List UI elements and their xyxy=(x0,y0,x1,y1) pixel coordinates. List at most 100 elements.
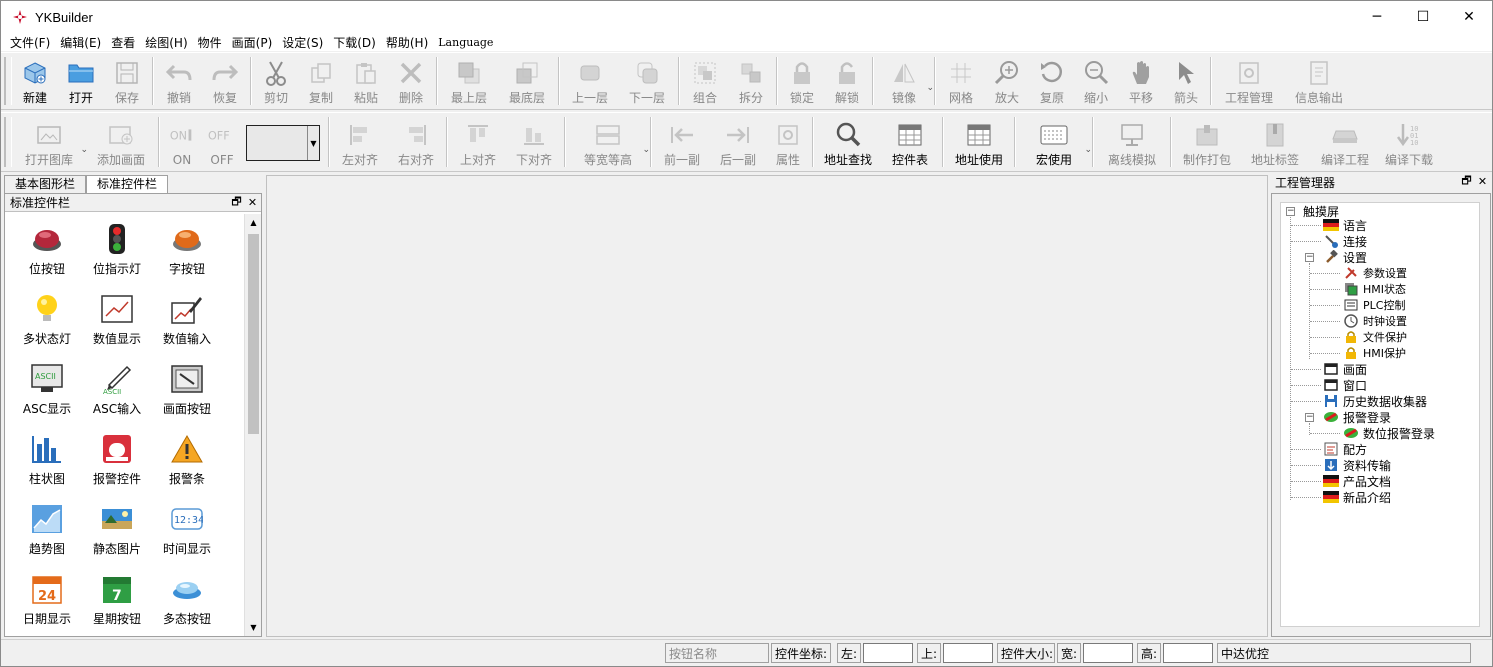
float-panel-icon[interactable]: 🗗 xyxy=(1460,174,1473,188)
address-use-button[interactable]: 地址使用 xyxy=(946,113,1012,171)
next-screen-button[interactable]: 后一副 xyxy=(710,113,766,171)
tree-item-history-collector[interactable]: 历史数据收集器 xyxy=(1323,393,1427,409)
menu-edit[interactable]: 编辑(E) xyxy=(55,34,106,51)
close-panel-icon[interactable]: ✕ xyxy=(1476,174,1489,188)
tree-item-product-doc[interactable]: 产品文档 xyxy=(1323,473,1391,489)
menu-draw[interactable]: 绘图(H) xyxy=(140,34,192,51)
scroll-down-icon[interactable]: ▼ xyxy=(245,619,262,636)
widget-alarm-control[interactable]: 报警控件 xyxy=(82,428,152,498)
tree-item-language[interactable]: 语言 xyxy=(1323,217,1367,233)
menu-object[interactable]: 物件 xyxy=(193,34,227,51)
on-button[interactable]: ON ON xyxy=(162,113,202,171)
tree-item-settings[interactable]: 设置 xyxy=(1323,249,1367,265)
close-panel-icon[interactable]: ✕ xyxy=(246,195,259,209)
group-button[interactable]: 组合 xyxy=(682,53,728,109)
open-gallery-button[interactable]: 打开图库 ⌄ xyxy=(12,113,88,171)
toolbar-grip[interactable] xyxy=(4,117,12,167)
tree-item-digital-alarm-login[interactable]: 数位报警登录 xyxy=(1343,425,1435,441)
address-tag-button[interactable]: 地址标签 xyxy=(1240,113,1310,171)
tree-item-data-transfer[interactable]: 资料传输 xyxy=(1323,457,1391,473)
pan-button[interactable]: 平移 xyxy=(1118,53,1164,109)
address-search-button[interactable]: 地址查找 xyxy=(816,113,880,171)
widget-numeric-display[interactable]: 数值显示 xyxy=(82,288,152,358)
tree-item-connect[interactable]: 连接 xyxy=(1323,233,1367,249)
tab-basic-shapes[interactable]: 基本图形栏 xyxy=(4,175,87,193)
widget-word-button[interactable]: 字按钮 xyxy=(152,218,222,288)
minimize-button[interactable]: ─ xyxy=(1354,1,1400,33)
macro-use-button[interactable]: 宏使用 ⌄ xyxy=(1018,113,1092,171)
compile-download-button[interactable]: 10 01 10 编译下载 xyxy=(1380,113,1438,171)
align-bottom-button[interactable]: 下对齐 xyxy=(506,113,562,171)
tree-item-plc-control[interactable]: PLC控制 xyxy=(1343,297,1405,313)
mirror-dropdown-icon[interactable]: ⌄ xyxy=(926,83,934,93)
color-dropdown-icon[interactable]: ▼ xyxy=(307,126,319,160)
close-button[interactable]: ✕ xyxy=(1446,1,1492,33)
menu-view[interactable]: 查看 xyxy=(106,34,140,51)
tree-item-file-protect[interactable]: 文件保护 xyxy=(1343,329,1407,345)
widget-numeric-input[interactable]: 数值输入 xyxy=(152,288,222,358)
maximize-button[interactable]: ☐ xyxy=(1400,1,1446,33)
ungroup-button[interactable]: 拆分 xyxy=(728,53,774,109)
restore-zoom-button[interactable]: 复原 xyxy=(1030,53,1074,109)
project-manage-button[interactable]: 工程管理 xyxy=(1214,53,1284,109)
bring-front-button[interactable]: 最上层 xyxy=(440,53,498,109)
save-button[interactable]: 保存 xyxy=(104,53,150,109)
widget-bar-chart[interactable]: 柱状图 xyxy=(12,428,82,498)
lock-button[interactable]: 锁定 xyxy=(780,53,824,109)
widget-scrollbar[interactable]: ▲ ▼ xyxy=(244,214,261,636)
send-back-button[interactable]: 最底层 xyxy=(498,53,556,109)
properties-button[interactable]: 属性 xyxy=(766,113,810,171)
tab-standard-controls[interactable]: 标准控件栏 xyxy=(86,175,169,193)
widget-ascii-display[interactable]: ASCII ASC显示 xyxy=(12,358,82,428)
open-button[interactable]: 打开 xyxy=(58,53,104,109)
tree-item-alarm-login[interactable]: 报警登录 xyxy=(1323,409,1391,425)
cut-button[interactable]: 剪切 xyxy=(254,53,298,109)
root-expander-icon[interactable]: − xyxy=(1286,207,1295,216)
undo-button[interactable]: 撤销 xyxy=(156,53,202,109)
delete-button[interactable]: 删除 xyxy=(388,53,434,109)
grid-button[interactable]: 网格 xyxy=(938,53,984,109)
menu-help[interactable]: 帮助(H) xyxy=(381,34,433,51)
bring-forward-button[interactable]: 上一层 xyxy=(562,53,618,109)
widget-alarm-bar[interactable]: 报警条 xyxy=(152,428,222,498)
settings-expander-icon[interactable]: − xyxy=(1305,253,1314,262)
widget-week-button[interactable]: 7 星期按钮 xyxy=(82,568,152,636)
menu-file[interactable]: 文件(F) xyxy=(5,34,55,51)
widget-screen-button[interactable]: 画面按钮 xyxy=(152,358,222,428)
menu-screen[interactable]: 画面(P) xyxy=(227,34,278,51)
equal-size-dropdown-icon[interactable]: ⌄ xyxy=(642,145,650,155)
mirror-button[interactable]: 镜像 ⌄ xyxy=(876,53,934,109)
float-panel-icon[interactable]: 🗗 xyxy=(230,195,243,209)
new-button[interactable]: 新建 xyxy=(12,53,58,109)
make-package-button[interactable]: 制作打包 xyxy=(1174,113,1240,171)
alarm-expander-icon[interactable]: − xyxy=(1305,413,1314,422)
align-right-button[interactable]: 右对齐 xyxy=(388,113,444,171)
copy-button[interactable]: 复制 xyxy=(298,53,344,109)
macro-dropdown-icon[interactable]: ⌄ xyxy=(1084,145,1092,155)
toolbar-grip[interactable] xyxy=(4,57,12,105)
equal-size-button[interactable]: 等宽等高 ⌄ xyxy=(568,113,650,171)
widget-multistate-lamp[interactable]: 多状态灯 xyxy=(12,288,82,358)
color-picker[interactable]: ▼ xyxy=(246,125,320,161)
zoom-in-button[interactable]: 放大 xyxy=(984,53,1030,109)
widget-ascii-input[interactable]: ASCII ASC输入 xyxy=(82,358,152,428)
editor-canvas[interactable] xyxy=(266,175,1268,637)
tree-item-param-settings[interactable]: 参数设置 xyxy=(1343,265,1407,281)
menu-language[interactable]: Language xyxy=(433,36,498,49)
off-button[interactable]: OFF OFF xyxy=(202,113,242,171)
widget-date-display[interactable]: 24 日期显示 xyxy=(12,568,82,636)
tree-item-recipe[interactable]: 配方 xyxy=(1323,441,1367,457)
tree-item-window[interactable]: 窗口 xyxy=(1323,377,1367,393)
redo-button[interactable]: 恢复 xyxy=(202,53,248,109)
compile-button[interactable]: 编译工程 xyxy=(1310,113,1380,171)
scroll-thumb[interactable] xyxy=(248,234,259,434)
paste-button[interactable]: 粘贴 xyxy=(344,53,388,109)
prev-screen-button[interactable]: 前一副 xyxy=(654,113,710,171)
arrow-button[interactable]: 箭头 xyxy=(1164,53,1208,109)
menu-download[interactable]: 下载(D) xyxy=(328,34,381,51)
align-top-button[interactable]: 上对齐 xyxy=(450,113,506,171)
scroll-up-icon[interactable]: ▲ xyxy=(245,214,262,231)
unlock-button[interactable]: 解锁 xyxy=(824,53,870,109)
widget-time-display[interactable]: 12:34 时间显示 xyxy=(152,498,222,568)
tree-item-screen[interactable]: 画面 xyxy=(1323,361,1367,377)
